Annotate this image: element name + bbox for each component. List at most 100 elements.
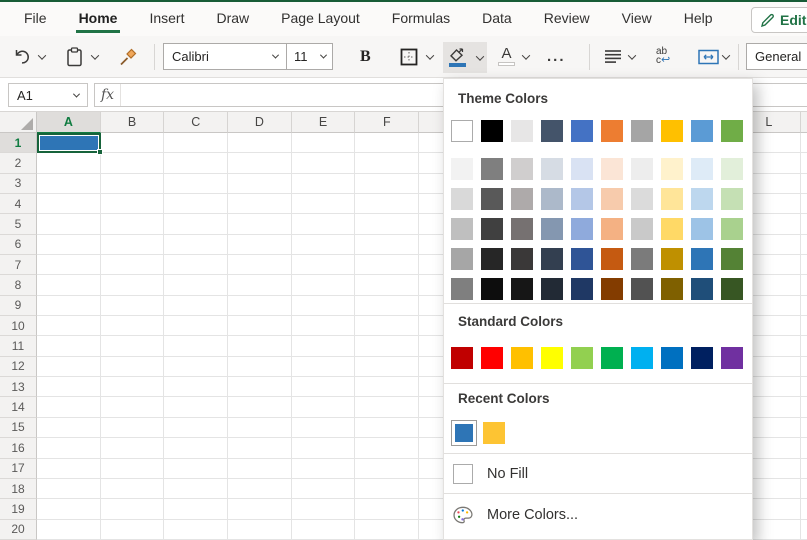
row-header-11[interactable]: 11 (0, 336, 37, 356)
cell-F20[interactable] (355, 520, 419, 540)
theme-color-262626[interactable] (481, 248, 503, 270)
standard-color-92d050[interactable] (571, 347, 593, 369)
cell-M3[interactable] (801, 174, 807, 194)
cell-A9[interactable] (37, 296, 101, 316)
cell-E3[interactable] (292, 174, 356, 194)
standard-color-7030a0[interactable] (721, 347, 743, 369)
cell-B10[interactable] (101, 316, 165, 336)
cell-E14[interactable] (292, 397, 356, 417)
theme-color-7f7f7f[interactable] (481, 158, 503, 180)
theme-color-7f7f7f[interactable] (451, 278, 473, 300)
row-header-1[interactable]: 1 (0, 133, 37, 153)
font-size-combobox[interactable]: 11 (286, 43, 333, 70)
cell-B17[interactable] (101, 459, 165, 479)
theme-color-0d0d0d[interactable] (481, 278, 503, 300)
cell-F1[interactable] (355, 133, 419, 153)
cell-C1[interactable] (164, 133, 228, 153)
cell-A14[interactable] (37, 397, 101, 417)
standard-color-00b0f0[interactable] (631, 347, 653, 369)
column-header-D[interactable]: D (228, 112, 292, 133)
cell-D2[interactable] (228, 153, 292, 173)
row-header-20[interactable]: 20 (0, 520, 37, 540)
row-header-14[interactable]: 14 (0, 397, 37, 417)
row-header-16[interactable]: 16 (0, 438, 37, 458)
cell-C18[interactable] (164, 479, 228, 499)
tab-review[interactable]: Review (528, 2, 606, 36)
cell-F15[interactable] (355, 418, 419, 438)
standard-color-c00000[interactable] (451, 347, 473, 369)
borders-button[interactable] (400, 36, 418, 77)
borders-menu-chevron[interactable] (427, 36, 433, 77)
cell-F6[interactable] (355, 235, 419, 255)
theme-color-e2efda[interactable] (721, 158, 743, 180)
cell-C6[interactable] (164, 235, 228, 255)
cell-D20[interactable] (228, 520, 292, 540)
standard-color-0070c0[interactable] (661, 347, 683, 369)
theme-color-1f4e79[interactable] (691, 278, 713, 300)
cell-F9[interactable] (355, 296, 419, 316)
cell-D16[interactable] (228, 438, 292, 458)
cell-C11[interactable] (164, 336, 228, 356)
theme-color-f7cbac[interactable] (601, 188, 623, 210)
standard-color-ffff00[interactable] (541, 347, 563, 369)
tab-draw[interactable]: Draw (200, 2, 265, 36)
cell-B6[interactable] (101, 235, 165, 255)
font-color-button[interactable]: A (498, 36, 515, 77)
cell-A3[interactable] (37, 174, 101, 194)
cell-C9[interactable] (164, 296, 228, 316)
cell-B7[interactable] (101, 255, 165, 275)
cell-M1[interactable] (801, 133, 807, 153)
theme-color-fff2cc[interactable] (661, 158, 683, 180)
cell-C8[interactable] (164, 275, 228, 295)
cell-M5[interactable] (801, 214, 807, 234)
cell-E18[interactable] (292, 479, 356, 499)
cell-D12[interactable] (228, 357, 292, 377)
row-header-5[interactable]: 5 (0, 214, 37, 234)
cell-E15[interactable] (292, 418, 356, 438)
cell-C7[interactable] (164, 255, 228, 275)
theme-color-b4c7e7[interactable] (571, 188, 593, 210)
cell-A20[interactable] (37, 520, 101, 540)
editing-mode-button[interactable]: Editing (751, 7, 807, 33)
standard-color-00b050[interactable] (601, 347, 623, 369)
column-header-B[interactable]: B (101, 112, 165, 133)
cell-A5[interactable] (37, 214, 101, 234)
cell-B1[interactable] (101, 133, 165, 153)
cell-M13[interactable] (801, 377, 807, 397)
cell-C19[interactable] (164, 499, 228, 519)
cell-E2[interactable] (292, 153, 356, 173)
theme-color-d9e2f3[interactable] (571, 158, 593, 180)
cell-F12[interactable] (355, 357, 419, 377)
cell-C20[interactable] (164, 520, 228, 540)
cell-E10[interactable] (292, 316, 356, 336)
cell-M12[interactable] (801, 357, 807, 377)
name-box[interactable]: A1 (8, 83, 88, 107)
cell-A17[interactable] (37, 459, 101, 479)
no-fill-option[interactable]: No Fill (444, 459, 752, 489)
cell-C5[interactable] (164, 214, 228, 234)
theme-color-548235[interactable] (721, 248, 743, 270)
font-name-combobox[interactable]: Calibri (163, 43, 287, 70)
cell-E9[interactable] (292, 296, 356, 316)
theme-color-44546a[interactable] (541, 120, 563, 142)
cell-E1[interactable] (292, 133, 356, 153)
merge-button[interactable] (698, 36, 719, 77)
more-options-button[interactable]: ... (547, 36, 566, 77)
cell-B19[interactable] (101, 499, 165, 519)
undo-button[interactable] (12, 36, 32, 77)
theme-color-375623[interactable] (721, 278, 743, 300)
theme-color-bdd7ee[interactable] (691, 188, 713, 210)
theme-color-2e75b6[interactable] (691, 248, 713, 270)
cell-B11[interactable] (101, 336, 165, 356)
tab-home[interactable]: Home (63, 2, 134, 36)
standard-color-ff0000[interactable] (481, 347, 503, 369)
cell-C16[interactable] (164, 438, 228, 458)
theme-color-bf9000[interactable] (661, 248, 683, 270)
cell-B13[interactable] (101, 377, 165, 397)
fill-handle[interactable] (97, 149, 103, 155)
theme-color-5b9bd5[interactable] (691, 120, 713, 142)
row-header-10[interactable]: 10 (0, 316, 37, 336)
bold-button[interactable]: B (360, 36, 371, 77)
row-header-7[interactable]: 7 (0, 255, 37, 275)
cell-A16[interactable] (37, 438, 101, 458)
